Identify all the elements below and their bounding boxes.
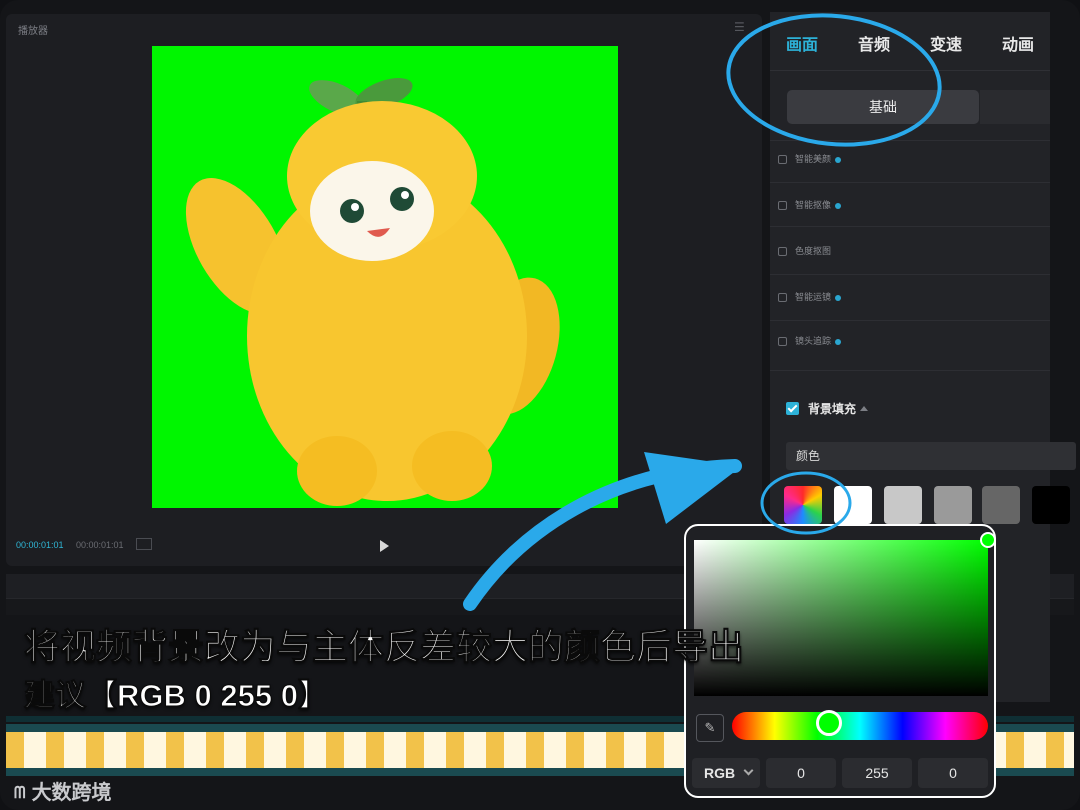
- caption-line-1: 将视频背景改为与主体反差较大的颜色后导出: [23, 626, 745, 668]
- option-row[interactable]: 镜头追踪: [778, 334, 842, 347]
- panel-tabs: 画面 音频 变速 动画: [770, 12, 1050, 71]
- tab-picture[interactable]: 画面: [786, 31, 818, 55]
- checkbox-icon[interactable]: [786, 402, 799, 415]
- custom-color-swatch[interactable]: [784, 486, 822, 524]
- caption-line-2: 建议【RGB 0 255 0】: [24, 678, 330, 714]
- color-swatch-black[interactable]: [1032, 486, 1070, 524]
- eyedropper-icon[interactable]: ✎: [696, 714, 724, 742]
- option-row[interactable]: 色度抠图: [778, 244, 831, 257]
- color-swatch-light-gray[interactable]: [884, 486, 922, 524]
- watermark-logo-icon: ᗰ: [14, 785, 26, 802]
- color-swatch-gray[interactable]: [934, 486, 972, 524]
- mascot-image: [185, 78, 560, 506]
- watermark: ᗰ 大数跨境: [14, 782, 112, 804]
- color-swatch-white[interactable]: [834, 486, 872, 524]
- hue-slider-handle[interactable]: [816, 710, 842, 736]
- app-window: 播放器 ☰ 00:00:01:01 00:00:01:01 画面 音频 变速 动…: [0, 0, 1080, 810]
- current-time: 00:00:01:01: [16, 540, 64, 550]
- tab-audio[interactable]: 音频: [858, 31, 890, 55]
- tab-speed[interactable]: 变速: [930, 31, 962, 55]
- fullscreen-icon[interactable]: [136, 538, 152, 550]
- subtab-basic[interactable]: 基础: [787, 90, 979, 124]
- subtab-other[interactable]: [980, 90, 1050, 124]
- color-swatch-dark-gray[interactable]: [982, 486, 1020, 524]
- green-input[interactable]: 255: [842, 758, 912, 788]
- fill-type-select[interactable]: 颜色: [786, 442, 1076, 470]
- chevron-up-icon: [860, 406, 869, 411]
- hue-slider[interactable]: [732, 712, 988, 740]
- total-time: 00:00:01:01: [76, 540, 124, 550]
- tab-animation[interactable]: 动画: [1002, 31, 1034, 55]
- option-row[interactable]: 智能美颜: [778, 152, 842, 165]
- chevron-down-icon: [743, 765, 754, 776]
- option-row[interactable]: 智能运镜: [778, 290, 842, 303]
- background-fill-toggle[interactable]: 背景填充: [786, 400, 869, 417]
- play-icon[interactable]: [380, 540, 389, 552]
- option-row[interactable]: 智能抠像: [778, 198, 842, 211]
- red-input[interactable]: 0: [766, 758, 836, 788]
- player-menu-icon[interactable]: ☰: [734, 20, 745, 34]
- color-cursor[interactable]: [980, 532, 996, 548]
- color-mode-select[interactable]: RGB: [692, 758, 760, 788]
- blue-input[interactable]: 0: [918, 758, 988, 788]
- preview-canvas: [152, 46, 618, 508]
- player-title: 播放器: [18, 26, 48, 37]
